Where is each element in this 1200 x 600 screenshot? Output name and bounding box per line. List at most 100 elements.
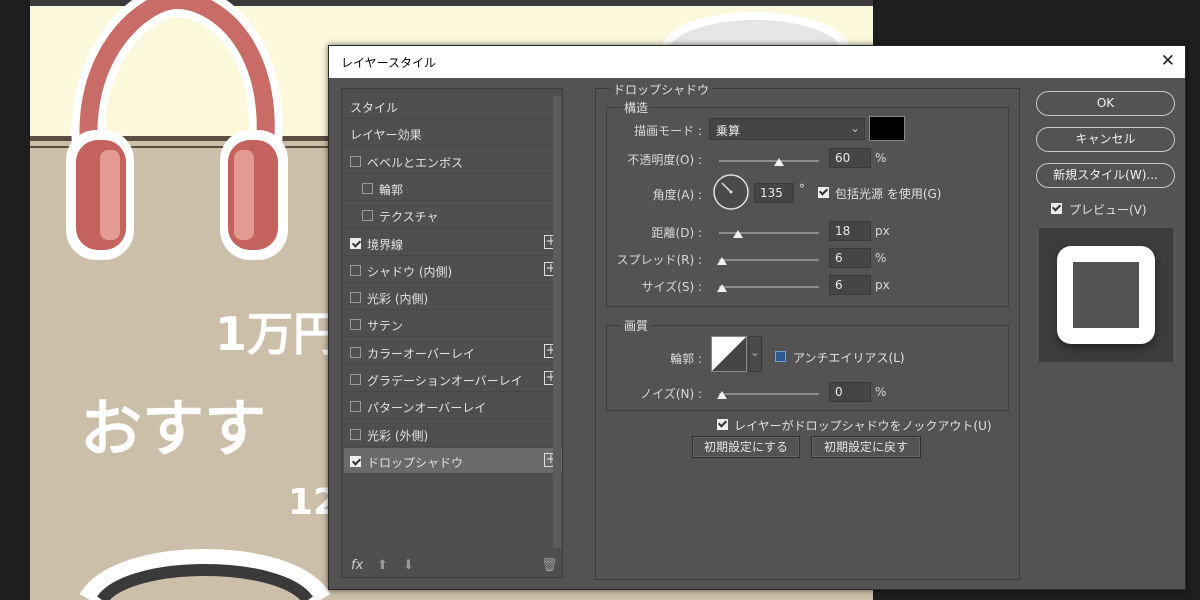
dialog-titlebar[interactable]: レイヤースタイル ✕ xyxy=(329,46,1185,78)
noise-slider-thumb[interactable] xyxy=(717,391,727,399)
shadow-color-swatch[interactable] xyxy=(869,116,905,141)
style-list-item[interactable]: ドロップシャドウ + xyxy=(344,447,562,474)
style-list-item[interactable]: グラデーションオーバーレイ + xyxy=(344,366,562,392)
style-list-label: ベベルとエンボス xyxy=(367,155,464,170)
spread-slider-thumb[interactable] xyxy=(717,257,727,265)
style-list-item[interactable]: 境界線 + xyxy=(344,230,562,256)
preview-checkbox[interactable] xyxy=(1051,203,1062,214)
noise-unit: % xyxy=(875,385,887,399)
contour-label: 輪郭 : xyxy=(670,352,702,366)
style-checkbox[interactable] xyxy=(350,264,361,276)
style-preview-thumbnail xyxy=(1039,228,1173,362)
opacity-slider-track[interactable] xyxy=(719,160,819,162)
move-up-icon[interactable]: ⬆ xyxy=(377,558,388,573)
style-list-item[interactable]: レイヤー効果 xyxy=(344,120,562,147)
knockout-checkbox[interactable] xyxy=(717,419,728,430)
angle-field[interactable]: 135 xyxy=(754,183,794,203)
style-list-label: テクスチャ xyxy=(379,210,439,225)
contour-dropdown-icon[interactable]: ⌄ xyxy=(748,336,762,372)
style-list-label: 輪郭 xyxy=(379,182,404,197)
style-list-item[interactable]: ベベルとエンボス xyxy=(344,148,562,174)
size-unit: px xyxy=(875,278,890,292)
style-checkbox[interactable] xyxy=(350,155,361,167)
drop-shadow-panel: ドロップシャドウ 構造 描画モード : 乗算 ⌄ 不透明度(O) : 60 % … xyxy=(595,81,1020,580)
distance-field[interactable]: 18 xyxy=(829,221,871,241)
canvas-text-line1: 1万円 xyxy=(215,307,340,361)
spread-slider-track[interactable] xyxy=(719,259,819,261)
trash-icon[interactable]: 🗑 xyxy=(541,558,558,573)
style-list-item[interactable]: シャドウ (内側) + xyxy=(344,257,562,283)
style-checkbox[interactable] xyxy=(362,210,373,222)
angle-dial[interactable] xyxy=(711,172,751,212)
style-list-label: パターンオーバーレイ xyxy=(367,401,487,416)
style-list-label: 光彩 (内側) xyxy=(367,292,429,307)
style-list-scrollbar[interactable] xyxy=(553,96,561,548)
style-list-label: ドロップシャドウ xyxy=(367,455,464,470)
distance-label: 距離(D) : xyxy=(651,226,702,240)
fx-icon[interactable]: fx xyxy=(351,558,363,573)
style-checkbox[interactable] xyxy=(350,346,361,358)
style-list-label: スタイル xyxy=(350,101,399,115)
style-list-item[interactable]: スタイル xyxy=(344,93,562,119)
style-checkbox[interactable] xyxy=(350,455,361,467)
dialog-title: レイヤースタイル xyxy=(341,56,437,70)
blend-mode-value: 乗算 xyxy=(716,124,741,138)
size-slider-thumb[interactable] xyxy=(717,284,727,292)
style-checkbox[interactable] xyxy=(350,237,361,249)
style-list-item[interactable]: 光彩 (内側) xyxy=(344,284,562,311)
restore-default-button[interactable]: 初期設定に戻す xyxy=(811,436,921,458)
style-list-label: シャドウ (内側) xyxy=(367,264,453,279)
ok-button[interactable]: OK xyxy=(1036,91,1175,116)
knockout-label: レイヤーがドロップシャドウをノックアウト(U) xyxy=(734,419,992,433)
size-field[interactable]: 6 xyxy=(829,275,871,295)
new-style-button[interactable]: 新規スタイル(W)... xyxy=(1036,163,1175,188)
angle-label: 角度(A) : xyxy=(652,188,702,202)
opacity-unit: % xyxy=(875,151,887,165)
style-checkbox[interactable] xyxy=(350,292,361,304)
structure-title: 構造 xyxy=(621,99,652,116)
style-checkbox[interactable] xyxy=(350,374,361,385)
style-list-label: カラーオーバーレイ xyxy=(367,346,475,361)
contour-picker[interactable] xyxy=(711,336,747,372)
noise-field[interactable]: 0 xyxy=(829,382,871,402)
global-light-checkbox[interactable] xyxy=(818,187,829,198)
close-icon[interactable]: ✕ xyxy=(1161,51,1175,71)
cancel-button[interactable]: キャンセル xyxy=(1036,127,1175,152)
antialias-checkbox[interactable] xyxy=(775,351,786,362)
style-list-label: サテン xyxy=(367,319,404,334)
headphones-image xyxy=(66,0,288,260)
quality-group: 画質 輪郭 : ⌄ アンチエイリアス(L) ノイズ(N) : 0 % xyxy=(606,317,1009,411)
style-checkbox[interactable] xyxy=(350,401,361,413)
quality-title: 画質 xyxy=(621,317,652,334)
style-checkbox[interactable] xyxy=(362,182,373,194)
style-list-label: グラデーションオーバーレイ xyxy=(367,374,523,388)
style-checkbox[interactable] xyxy=(350,428,361,440)
opacity-slider-thumb[interactable] xyxy=(774,158,784,166)
spread-label: スプレッド(R) : xyxy=(616,253,702,267)
spread-field[interactable]: 6 xyxy=(829,248,871,268)
move-down-icon[interactable]: ⬇ xyxy=(403,558,414,573)
black-headphones-image xyxy=(80,549,330,600)
reset-default-button[interactable]: 初期設定にする xyxy=(692,436,800,458)
opacity-label: 不透明度(O) : xyxy=(627,153,702,167)
style-list-item[interactable]: カラーオーバーレイ + xyxy=(344,339,562,365)
distance-unit: px xyxy=(875,224,890,238)
noise-label: ノイズ(N) : xyxy=(640,387,702,401)
style-checkbox[interactable] xyxy=(350,319,361,331)
structure-group: 構造 描画モード : 乗算 ⌄ 不透明度(O) : 60 % 角度(A) : 1… xyxy=(606,99,1009,307)
style-list-footer: fx ⬆ ⬇ 🗑 xyxy=(341,554,563,578)
noise-slider-track[interactable] xyxy=(719,393,819,395)
style-list-item[interactable]: テクスチャ xyxy=(344,202,562,229)
style-list-item[interactable]: サテン xyxy=(344,311,562,338)
style-list-item[interactable]: 輪郭 xyxy=(344,175,562,201)
distance-slider-thumb[interactable] xyxy=(733,230,743,238)
preview-square xyxy=(1057,246,1155,344)
style-list-item[interactable]: パターンオーバーレイ xyxy=(344,393,562,420)
blend-mode-select[interactable]: 乗算 ⌄ xyxy=(709,118,865,140)
size-label: サイズ(S) : xyxy=(641,280,702,294)
angle-unit: ° xyxy=(799,182,805,196)
size-slider-track[interactable] xyxy=(719,286,819,288)
style-list-item[interactable]: 光彩 (外側) xyxy=(344,421,562,447)
blend-mode-label: 描画モード : xyxy=(634,124,702,138)
opacity-field[interactable]: 60 xyxy=(829,148,871,168)
